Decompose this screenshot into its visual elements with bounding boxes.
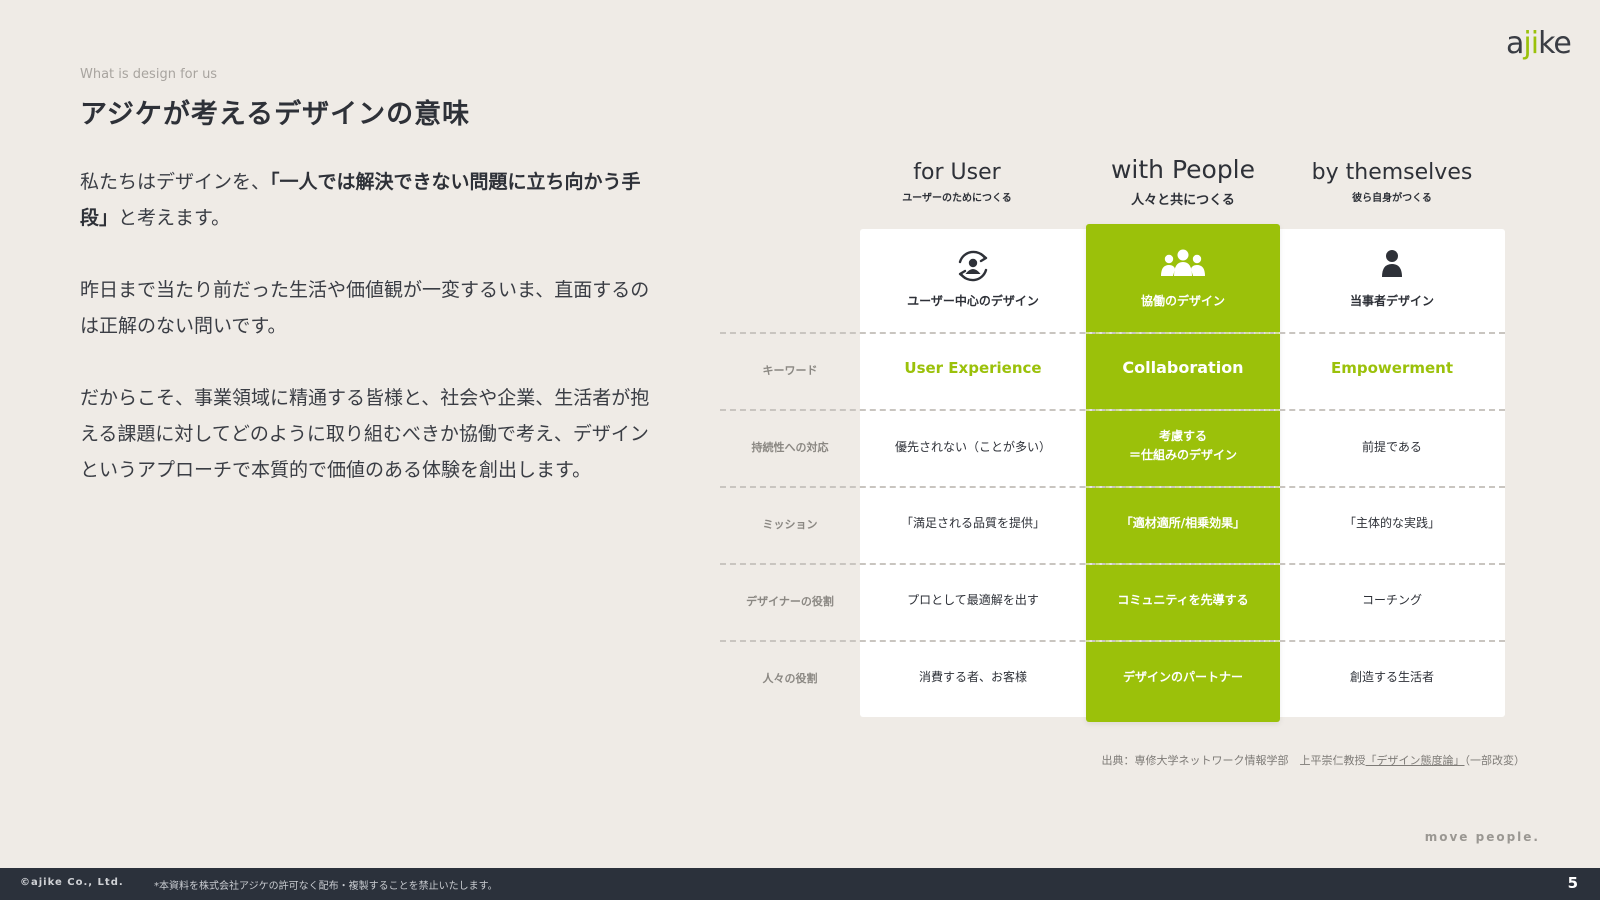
icon-label-with-people: 協働のデザイン xyxy=(1140,294,1225,308)
col-title-with-people: with People xyxy=(1110,155,1256,184)
col-head-for-user: for User ユーザーのためにつくる xyxy=(860,160,1054,204)
source-suffix: （一部改変） xyxy=(1464,754,1526,767)
cell-designer-by-themselves: コーチング xyxy=(1361,593,1422,607)
col-head-with-people: with People 人々と共につくる xyxy=(1086,155,1280,208)
row-label-sustainability: 持続性への対応 xyxy=(751,441,829,454)
source-citation: 出典：専修大学ネットワーク情報学部 上平崇仁教授「デザイン態度論」（一部改変） xyxy=(1000,752,1526,768)
copyright: ©ajike Co., Ltd. xyxy=(20,877,124,888)
row-label-mission: ミッション xyxy=(762,518,818,531)
paragraph-2: 昨日まで当たり前だった生活や価値観が一変するいま、直面するのは正解のない問いです… xyxy=(80,279,650,337)
cell-mission-for-user: 「満足される品質を提供」 xyxy=(900,516,1045,530)
col-head-by-themselves: by themselves 彼ら自身がつくる xyxy=(1295,160,1489,204)
cell-people-with-people: デザインのパートナー xyxy=(1122,670,1243,684)
cell-mission-by-themselves: 「主体的な実践」 xyxy=(1343,516,1440,530)
cell-designer-for-user: プロとして最適解を出す xyxy=(907,593,1039,607)
cell-sustain-by-themselves: 前提である xyxy=(1362,440,1422,454)
eyebrow-text: What is design for us xyxy=(80,67,218,82)
cell-designer-with-people: コミュニティを先導する xyxy=(1117,593,1249,607)
footer-bar: ©ajike Co., Ltd. *本資料を株式会社アジケの許可なく配布・複製す… xyxy=(0,868,1600,900)
page-number: 5 xyxy=(1567,874,1578,892)
logo-ji: ji xyxy=(1523,26,1539,61)
paragraph-3: だからこそ、事業領域に精通する皆様と、社会や企業、生活者が抱える課題に対してどの… xyxy=(80,387,650,481)
col-subtitle-for-user: ユーザーのためにつくる xyxy=(902,193,1012,204)
row-divider xyxy=(1086,486,1280,488)
cell-people-for-user: 消費する者、お客様 xyxy=(918,670,1027,684)
cell-keyword-for-user: User Experience xyxy=(904,359,1042,377)
cell-keyword-with-people: Collaboration xyxy=(1122,358,1244,377)
source-link[interactable]: 「デザイン態度論」 xyxy=(1366,754,1465,767)
col-title-by-themselves: by themselves xyxy=(1311,160,1473,185)
row-label-designer-role: デザイナーの役割 xyxy=(746,595,834,608)
footer-note: *本資料を株式会社アジケの許可なく配布・複製することを禁止いたします。 xyxy=(154,881,498,892)
ajike-logo: ajike xyxy=(1506,26,1572,61)
paragraph-1: 私たちはデザインを、「一人では解決できない問題に立ち向かう手段」と考えます。 xyxy=(80,164,660,236)
cell-people-by-themselves: 創造する生活者 xyxy=(1349,670,1434,684)
cell-keyword-by-themselves: Empowerment xyxy=(1331,359,1453,377)
cell-sustain-with-people: 考慮する ＝仕組みのデザイン xyxy=(1128,429,1237,462)
row-divider xyxy=(1086,332,1280,334)
cell-sustain-for-user: 優先されない（ことが多い） xyxy=(894,440,1051,454)
logo-a: a xyxy=(1506,26,1524,61)
p1-post: と考えます。 xyxy=(118,207,231,229)
row-divider xyxy=(1086,409,1280,411)
col-title-for-user: for User xyxy=(913,160,1001,185)
person-icon xyxy=(1295,249,1489,283)
cell-mission-with-people: 「適材適所/相乗効果」 xyxy=(1120,516,1246,530)
row-divider xyxy=(1086,563,1280,565)
logo-ke: ke xyxy=(1538,26,1572,61)
page-title: アジケが考えるデザインの意味 xyxy=(80,99,471,130)
row-label-people-role: 人々の役割 xyxy=(762,672,818,685)
source-prefix: 出典：専修大学ネットワーク情報学部 上平崇仁教授 xyxy=(1101,754,1366,767)
icon-label-by-themselves: 当事者デザイン xyxy=(1349,294,1434,308)
row-label-keyword: キーワード xyxy=(762,364,818,377)
user-cycle-icon xyxy=(876,248,1070,288)
p1-pre: 私たちはデザインを、 xyxy=(80,171,271,193)
tagline: move people. xyxy=(1424,830,1540,844)
col-subtitle-by-themselves: 彼ら自身がつくる xyxy=(1352,193,1432,204)
group-icon xyxy=(1086,248,1280,284)
col-subtitle-with-people: 人々と共につくる xyxy=(1131,193,1235,208)
row-divider xyxy=(1086,640,1280,642)
icon-label-for-user: ユーザー中心のデザイン xyxy=(907,294,1039,308)
